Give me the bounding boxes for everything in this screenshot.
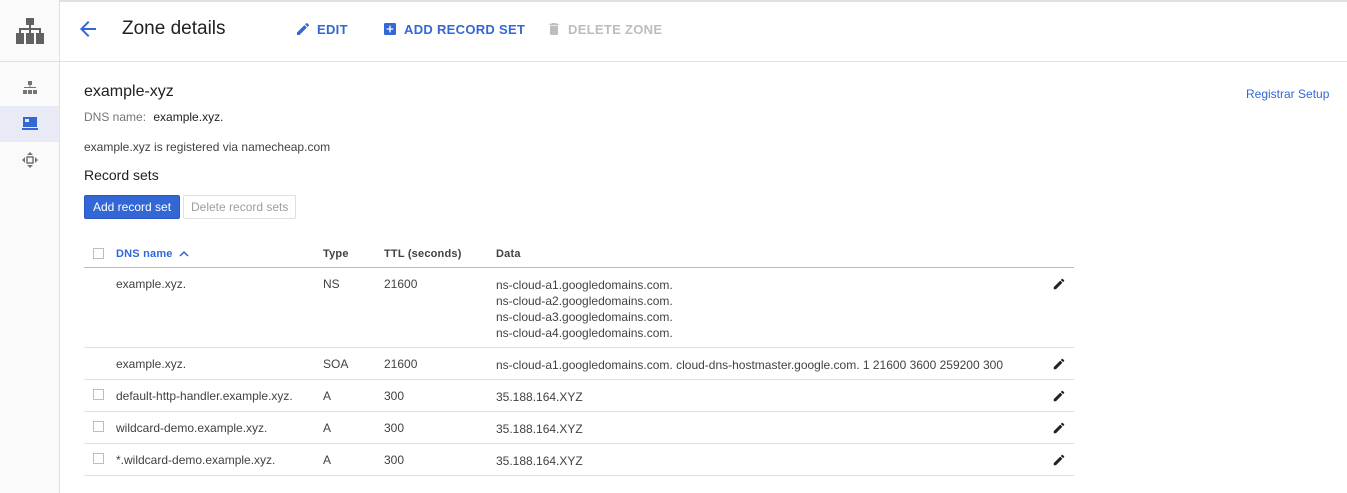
delete-record-sets-button[interactable]: Delete record sets [183,195,297,219]
brand-network-services-icon[interactable] [0,0,59,62]
add-record-set-header-label: ADD RECORD SET [404,21,526,37]
zone-name: example-xyz [84,83,174,100]
cell-ttl: 21600 [384,357,418,371]
row-checkbox[interactable] [93,421,104,432]
edit-button-label: EDIT [317,21,348,37]
cell-data-line: ns-cloud-a4.googledomains.com. [496,326,673,340]
left-nav [0,0,60,493]
cell-dns-name: wildcard-demo.example.xyz. [116,421,268,435]
edit-record-pencil-icon[interactable] [1052,389,1066,403]
add-box-icon [384,23,396,35]
page-header: Zone details EDIT ADD RECORD SET DELETE … [60,0,1347,62]
row-checkbox[interactable] [93,453,104,464]
add-record-set-header-button[interactable]: ADD RECORD SET [382,21,525,37]
cell-type: A [323,421,332,435]
column-header-ttl[interactable]: TTL (seconds) [384,248,462,260]
dns-icon [21,117,38,130]
cell-dns-name: example.xyz. [116,277,187,291]
cell-data: 35.188.164.XYZ [496,453,583,469]
cell-data-line: ns-cloud-a1.googledomains.com. cloud-dns… [496,358,1003,372]
cell-data: ns-cloud-a1.googledomains.com. cloud-dns… [496,357,1003,373]
nav-item-cloud-dns[interactable] [0,106,59,142]
cell-ttl: 300 [384,453,405,467]
back-button[interactable] [76,17,100,41]
delete-zone-label: DELETE ZONE [568,21,663,37]
cell-type: NS [323,277,340,291]
delete-zone-button[interactable]: DELETE ZONE [546,21,662,37]
cell-data-line: 35.188.164.XYZ [496,390,583,404]
cell-type: SOA [323,357,349,371]
registrar-note: example.xyz is registered via namecheap.… [84,140,331,154]
edit-record-pencil-icon[interactable] [1052,357,1066,371]
table-row[interactable]: example.xyz. SOA 21600 ns-cloud-a1.googledo… [84,348,1074,380]
edit-record-pencil-icon[interactable] [1052,453,1066,467]
registrar-setup-link[interactable]: Registrar Setup [1246,87,1329,101]
record-sets-title: Record sets [84,167,159,183]
cell-data-line: 35.188.164.XYZ [496,454,583,468]
edit-record-pencil-icon[interactable] [1052,421,1066,435]
cdn-arrows-icon [21,152,38,168]
hierarchy-icon [22,81,37,94]
cell-dns-name: default-http-handler.example.xyz. [116,389,293,403]
cell-data-line: ns-cloud-a1.googledomains.com. [496,278,673,292]
cell-type: A [323,389,332,403]
trash-icon [549,23,559,35]
record-sets-table: DNS name Type TTL (seconds) Data example… [84,240,1074,476]
edit-record-pencil-icon[interactable] [1052,277,1066,291]
add-record-set-button[interactable]: Add record set [84,195,181,219]
row-checkbox[interactable] [93,389,104,400]
edit-button[interactable]: EDIT [295,21,348,37]
table-row[interactable]: wildcard-demo.example.xyz. A 300 35.188.164… [84,412,1074,444]
table-row[interactable]: default-http-handler.example.xyz. A 300 35.… [84,380,1074,412]
table-row[interactable]: example.xyz. NS 21600 ns-cloud-a1.googledom… [84,268,1074,348]
dns-name-value: example.xyz. [153,110,224,124]
cell-data-line: 35.188.164.XYZ [496,422,583,436]
cell-data: ns-cloud-a1.googledomains.com. ns-cloud-a… [496,277,673,341]
column-header-type[interactable]: Type [323,248,349,260]
cell-dns-name: example.xyz. [116,357,187,371]
cell-ttl: 300 [384,421,405,435]
cell-ttl: 21600 [384,277,418,291]
page-title: Zone details [122,18,226,39]
pencil-icon [297,22,310,35]
cell-ttl: 300 [384,389,405,403]
sort-ascending-icon [179,251,189,257]
table-row[interactable]: *.wildcard-demo.example.xyz. A 300 35.188.1… [84,444,1074,476]
cell-dns-name: *.wildcard-demo.example.xyz. [116,453,276,467]
cell-data: 35.188.164.XYZ [496,389,583,405]
cell-data-line: ns-cloud-a2.googledomains.com. [496,294,673,308]
network-services-icon [15,17,44,44]
cell-data: 35.188.164.XYZ [496,421,583,437]
arrow-back-icon [80,21,96,37]
dns-name-label: DNS name: [84,110,147,124]
table-body: example.xyz. NS 21600 ns-cloud-a1.googledom… [84,268,1074,476]
nav-item-load-balancing[interactable] [0,70,59,106]
nav-item-cloud-cdn[interactable] [0,142,59,178]
cell-data-line: ns-cloud-a3.googledomains.com. [496,310,673,324]
dns-name-row: DNS name: example.xyz. [84,110,223,124]
column-header-dns-name[interactable]: DNS name [116,248,189,260]
table-header: DNS name Type TTL (seconds) Data [84,240,1074,268]
column-dns-name-label: DNS name [116,248,173,260]
select-all-checkbox[interactable] [93,248,104,259]
column-header-data[interactable]: Data [496,248,521,260]
cell-type: A [323,453,332,467]
